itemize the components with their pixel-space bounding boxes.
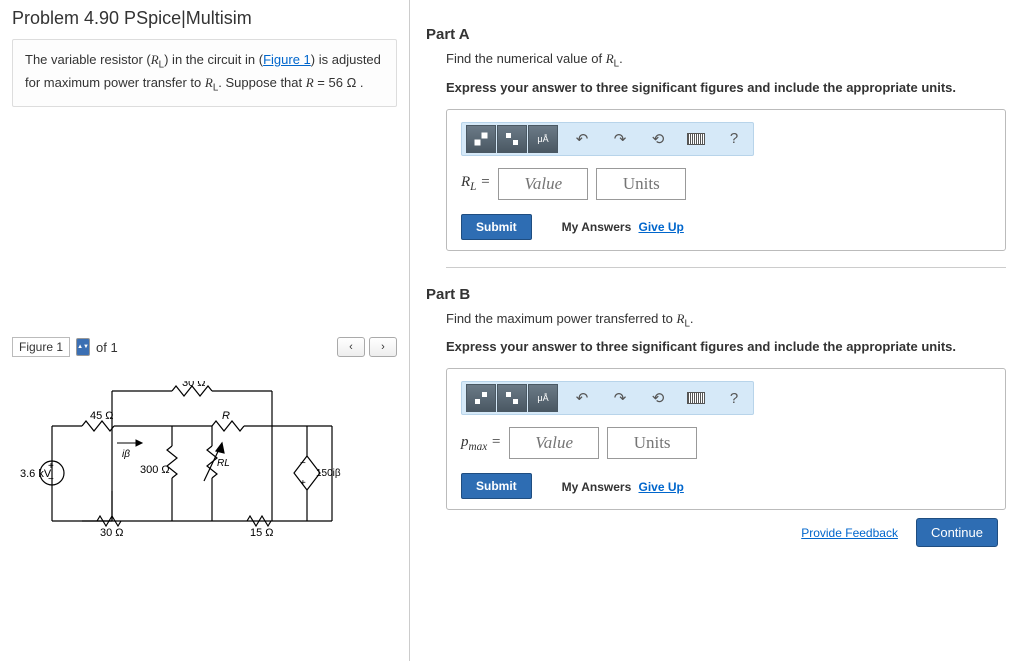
value-input[interactable] xyxy=(498,168,588,200)
continue-button[interactable]: Continue xyxy=(916,518,998,547)
figure-prev-button[interactable]: ‹ xyxy=(337,337,365,357)
symbols-button[interactable]: μÅ xyxy=(528,125,558,153)
figure-next-button[interactable]: › xyxy=(369,337,397,357)
prompt-end: . xyxy=(619,51,623,66)
part-b-title: Part B xyxy=(426,286,1008,303)
figure-spinner[interactable]: ▲▼ xyxy=(76,338,90,356)
svg-text:R: R xyxy=(222,410,230,422)
redo-button[interactable]: ↷ xyxy=(605,125,635,153)
var-R2: R xyxy=(205,75,213,90)
ans-var-b: p xyxy=(461,434,469,450)
answer-toolbar: μÅ ↶ ↷ ⟲ ? xyxy=(461,122,754,156)
prompt-text: Find the maximum power transferred to xyxy=(446,311,676,326)
reset-button[interactable]: ⟲ xyxy=(643,384,673,412)
part-b-prompt: Find the maximum power transferred to RL… xyxy=(446,311,1008,330)
R-value: = 56 Ω . xyxy=(314,75,364,90)
keyboard-button[interactable] xyxy=(681,125,711,153)
part-a-instructions: Express your answer to three significant… xyxy=(446,80,1008,95)
give-up-link[interactable]: Give Up xyxy=(639,220,684,234)
svg-text:30 Ω: 30 Ω xyxy=(182,381,206,389)
figure-label: Figure 1 xyxy=(12,337,70,357)
units-input-b[interactable] xyxy=(607,427,697,459)
answer-variable-b: pmax = xyxy=(461,434,501,453)
desc-text: The variable resistor ( xyxy=(25,52,151,67)
ans-eq-b: = xyxy=(487,434,501,450)
svg-text:−: − xyxy=(300,458,306,469)
template-button-1[interactable] xyxy=(466,384,496,412)
submit-button-b[interactable]: Submit xyxy=(461,473,532,499)
svg-text:30 Ω: 30 Ω xyxy=(100,527,124,539)
svg-text:−: − xyxy=(48,474,54,485)
svg-text:45 Ω: 45 Ω xyxy=(90,410,114,422)
symbols-button[interactable]: μÅ xyxy=(528,384,558,412)
part-a-prompt: Find the numerical value of RL. xyxy=(446,51,1008,70)
problem-description: The variable resistor (RL) in the circui… xyxy=(12,39,397,107)
my-answers-label: My Answers xyxy=(562,220,632,234)
units-input[interactable] xyxy=(596,168,686,200)
part-a-answer-box: μÅ ↶ ↷ ⟲ ? RL = Submit My Answers Give U… xyxy=(446,109,1006,251)
svg-text:150iβ: 150iβ xyxy=(316,468,341,479)
desc-text: . Suppose that xyxy=(218,75,305,90)
keyboard-icon xyxy=(687,133,705,145)
my-answers-label-b: My Answers xyxy=(562,480,632,494)
figure-count: of 1 xyxy=(96,340,118,355)
problem-title: Problem 4.90 PSpice|Multisim xyxy=(12,8,397,29)
svg-text:+: + xyxy=(48,461,54,472)
svg-text:+: + xyxy=(300,478,306,489)
value-input-b[interactable] xyxy=(509,427,599,459)
svg-text:300 Ω: 300 Ω xyxy=(140,464,170,476)
figure-link[interactable]: Figure 1 xyxy=(263,52,311,67)
undo-button[interactable]: ↶ xyxy=(567,125,597,153)
ans-eq: = xyxy=(476,174,490,190)
circuit-diagram: 3.6 kV + − 30 Ω 45 Ω 30 Ω 300 Ω R RL 15 … xyxy=(12,381,352,541)
section-divider xyxy=(446,267,1006,268)
template-button-2[interactable] xyxy=(497,125,527,153)
var-R: R xyxy=(151,52,159,67)
part-a-title: Part A xyxy=(426,26,1008,43)
svg-text:15 Ω: 15 Ω xyxy=(250,527,274,539)
redo-button[interactable]: ↷ xyxy=(605,384,635,412)
prompt-var: R xyxy=(606,51,614,66)
give-up-link-b[interactable]: Give Up xyxy=(639,480,684,494)
svg-text:iβ: iβ xyxy=(122,449,130,460)
figure-toolbar: Figure 1 ▲▼ of 1 ‹ › xyxy=(12,337,397,357)
part-b-instructions: Express your answer to three significant… xyxy=(446,339,1008,354)
template-button-1[interactable] xyxy=(466,125,496,153)
template-button-2[interactable] xyxy=(497,384,527,412)
part-b-answer-box: μÅ ↶ ↷ ⟲ ? pmax = Submit My Answers Give… xyxy=(446,368,1006,510)
submit-button[interactable]: Submit xyxy=(461,214,532,240)
keyboard-icon xyxy=(687,392,705,404)
reset-button[interactable]: ⟲ xyxy=(643,125,673,153)
undo-button[interactable]: ↶ xyxy=(567,384,597,412)
help-button[interactable]: ? xyxy=(719,125,749,153)
answer-variable: RL = xyxy=(461,174,490,193)
prompt-end: . xyxy=(690,311,694,326)
provide-feedback-link[interactable]: Provide Feedback xyxy=(801,526,898,540)
keyboard-button[interactable] xyxy=(681,384,711,412)
prompt-text: Find the numerical value of xyxy=(446,51,606,66)
desc-text: ) in the circuit in ( xyxy=(164,52,263,67)
answer-toolbar-b: μÅ ↶ ↷ ⟲ ? xyxy=(461,381,754,415)
ans-var-sub-b: max xyxy=(469,441,488,453)
help-button[interactable]: ? xyxy=(719,384,749,412)
svg-text:RL: RL xyxy=(217,458,230,469)
var-Rsym: R xyxy=(306,75,314,90)
ans-var: R xyxy=(461,174,470,190)
